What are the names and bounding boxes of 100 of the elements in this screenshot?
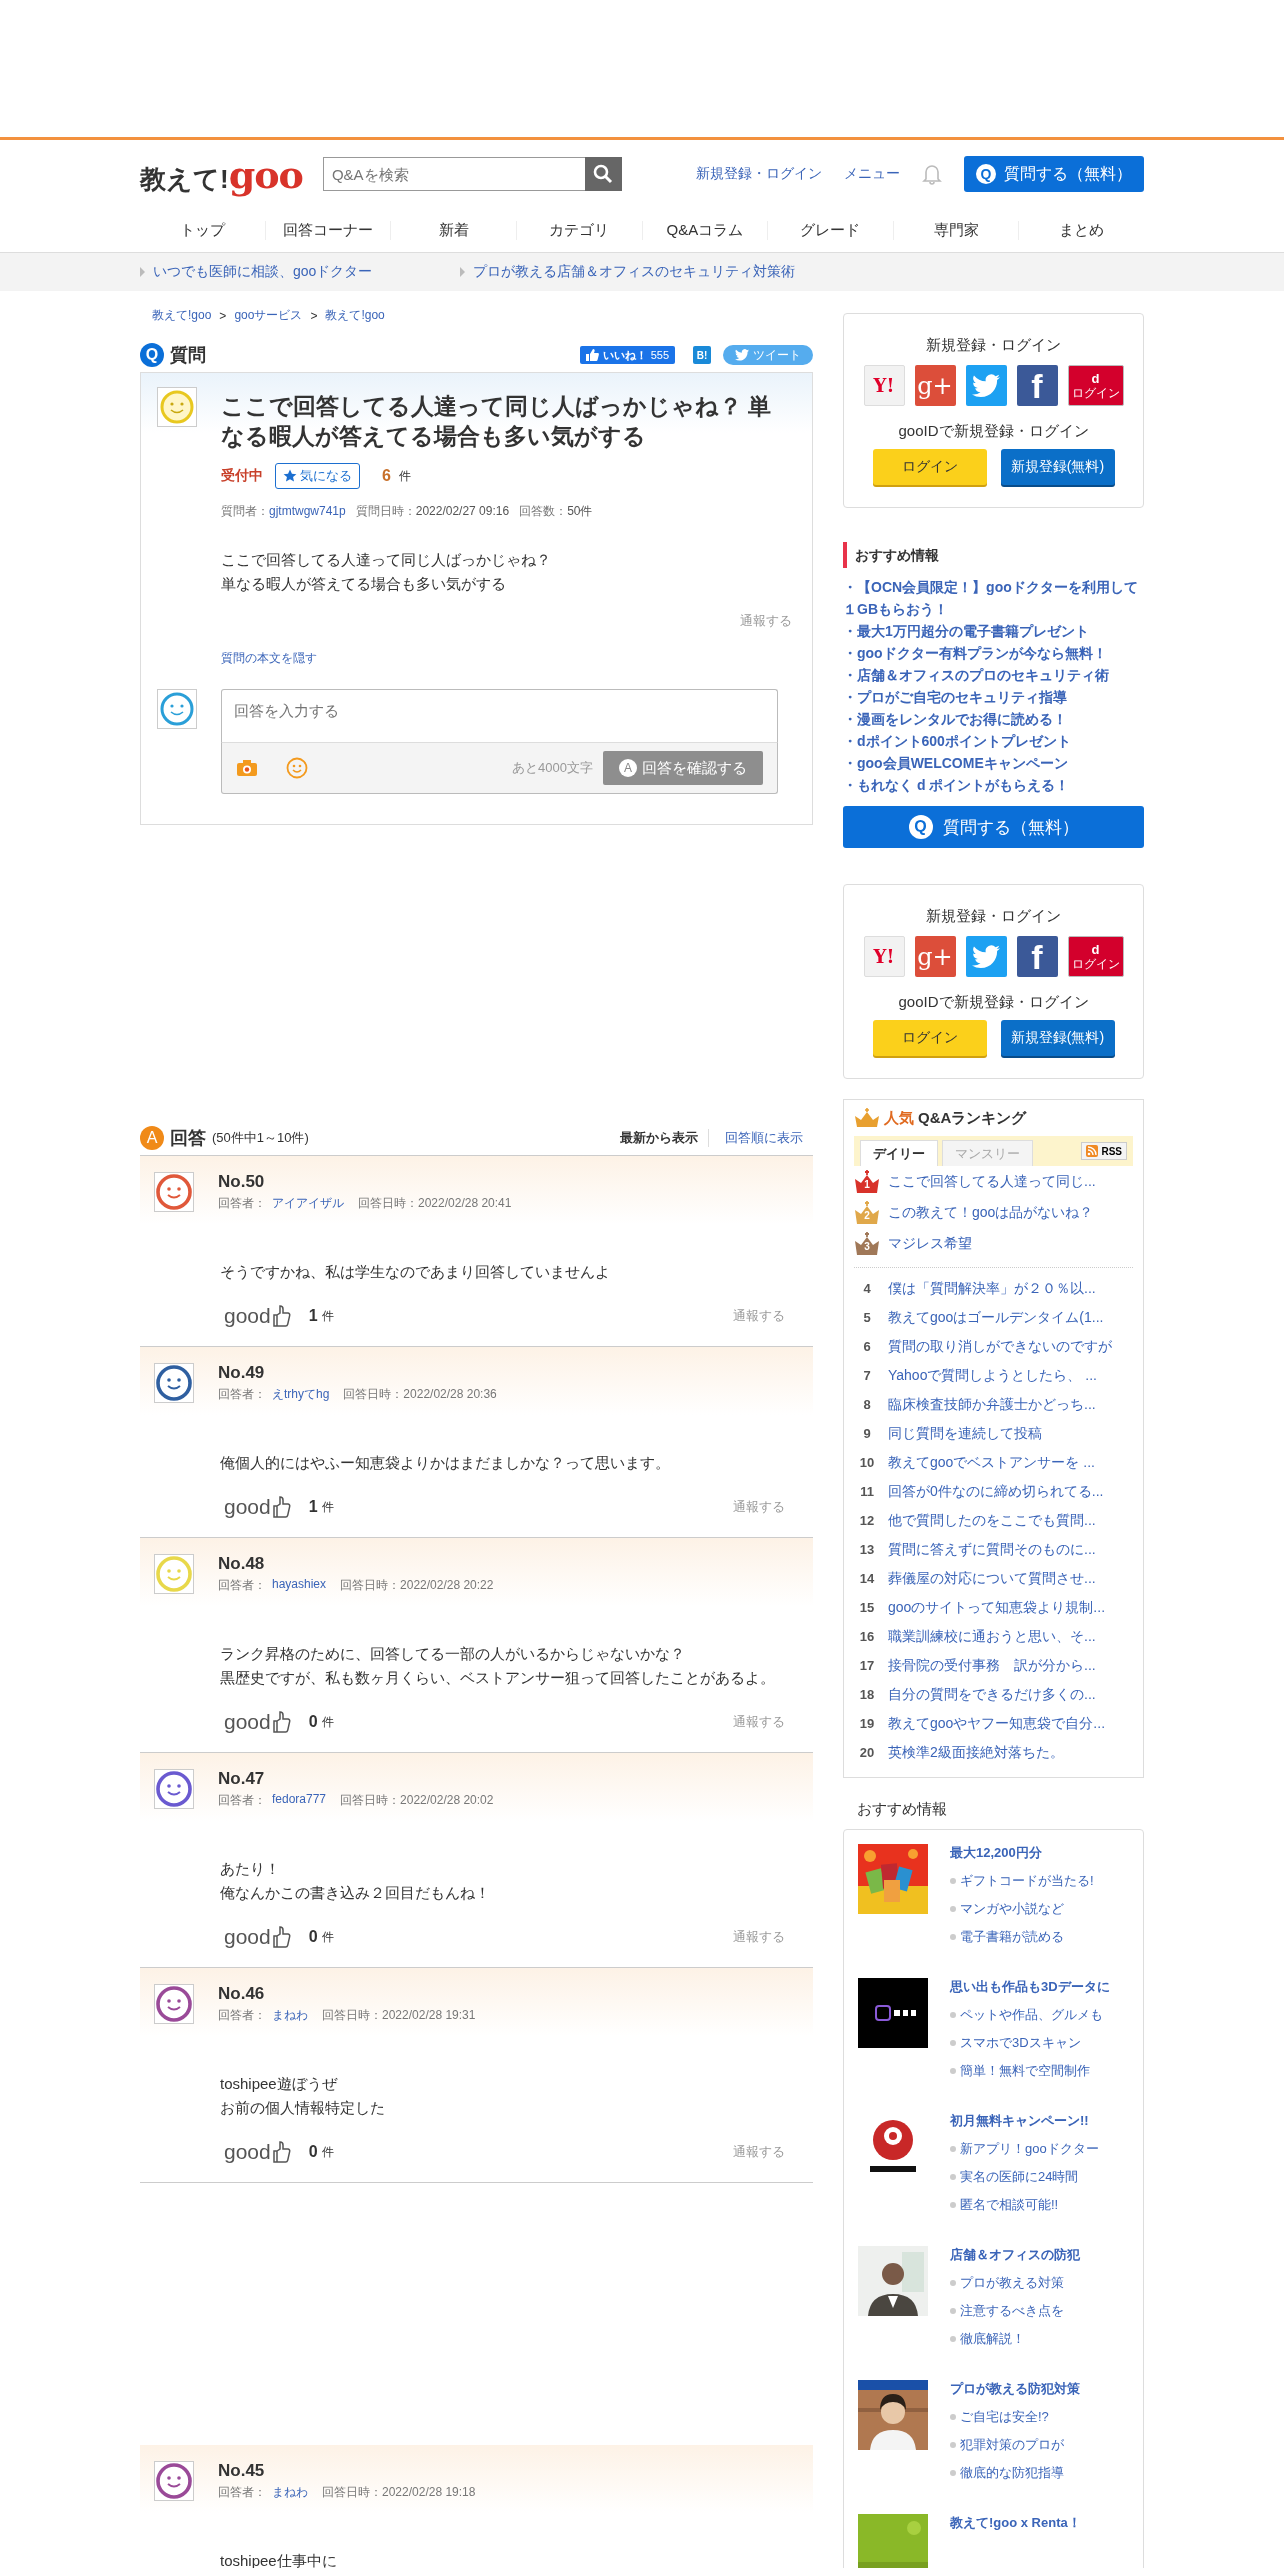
promo-title-link[interactable]: 初月無料キャンペーン!!	[950, 2112, 1099, 2130]
ranking-link[interactable]: 英検準2級面接絶対落ちた。	[888, 1743, 1064, 1762]
promo-title-link[interactable]: 思い出も作品も3Dデータに	[950, 1978, 1110, 1996]
sort-option[interactable]: 最新から表示	[610, 1129, 709, 1147]
yahoo-login-button[interactable]: Y!	[863, 365, 905, 406]
login-button[interactable]: 新規登録(無料)	[1000, 1020, 1115, 1056]
promo-line-link[interactable]: ペットや作品、グルメも	[960, 2006, 1103, 2024]
ranking-link[interactable]: 回答が0件なのに締め切られてる...	[888, 1482, 1104, 1501]
promo-line-link[interactable]: 実名の医師に24時間	[960, 2168, 1079, 2186]
bell-icon[interactable]	[922, 163, 942, 185]
user-link[interactable]: fedora777	[272, 1792, 327, 1809]
rss-button[interactable]: RSS	[1081, 1142, 1127, 1160]
twitter-login-button[interactable]	[965, 936, 1007, 977]
promo-line-link[interactable]: プロが教える対策	[960, 2274, 1064, 2292]
docomo-login-button[interactable]: d ログイン	[1067, 365, 1124, 406]
recommend-link[interactable]: ・もれなく d ポイントがもらえる！	[843, 774, 1144, 796]
recommend-link[interactable]: ・漫画をレンタルでお得に読める！	[843, 708, 1144, 730]
login-button[interactable]: ログイン	[872, 1020, 987, 1056]
promo-line-link[interactable]: 徹底解説！	[960, 2330, 1025, 2348]
user-link[interactable]: えtrhyてhg	[272, 1386, 330, 1403]
promo-line-link[interactable]: 徹底的な防犯指導	[960, 2464, 1064, 2482]
recommend-link[interactable]: ・最大1万円超分の電子書籍プレゼント	[843, 620, 1144, 642]
breadcrumb-link[interactable]: 教えて!goo	[325, 307, 385, 324]
ranking-link[interactable]: 接骨院の受付事務 訳が分から...	[888, 1656, 1096, 1675]
nav-item[interactable]: 専門家	[892, 220, 1019, 240]
promo-line-link[interactable]: 注意するべき点を	[960, 2302, 1064, 2320]
good-button[interactable]: good	[224, 1304, 291, 1328]
promo-title-link[interactable]: 最大12,200円分	[950, 1844, 1094, 1862]
recommend-link[interactable]: ・店舗＆オフィスのプロのセキュリティ術	[843, 664, 1144, 686]
promo-line-link[interactable]: 簡単！無料で空間制作	[960, 2062, 1090, 2080]
nav-item[interactable]: まとめ	[1018, 220, 1144, 240]
nav-item[interactable]: カテゴリ	[515, 220, 642, 240]
ranking-link[interactable]: この教えて！gooは品がないね？	[888, 1203, 1094, 1222]
recommend-link[interactable]: ・dポイント600ポイントプレゼント	[843, 730, 1144, 752]
recommend-link[interactable]: ・goo会員WELCOMEキャンペーン	[843, 752, 1144, 774]
ask-question-button[interactable]: Q 質問する（無料）	[964, 156, 1144, 192]
breadcrumb-link[interactable]: 教えて!goo	[152, 307, 212, 324]
recommend-link[interactable]: ・プロがご自宅のセキュリティ指導	[843, 686, 1144, 708]
docomo-login-button[interactable]: d ログイン	[1067, 936, 1124, 977]
ranking-link[interactable]: 僕は「質問解決率」が２０％以...	[888, 1279, 1096, 1298]
yahoo-login-button[interactable]: Y!	[863, 936, 905, 977]
promo-title-link[interactable]: 教えて!goo x Renta！	[950, 2514, 1081, 2532]
nav-item[interactable]: 新着	[390, 220, 516, 240]
camera-icon[interactable]	[236, 759, 258, 777]
promo-line-link[interactable]: スマホで3Dスキャン	[960, 2034, 1081, 2052]
breadcrumb-link[interactable]: gooサービス	[234, 307, 303, 324]
twitter-login-button[interactable]	[965, 365, 1007, 406]
good-button[interactable]: good	[224, 1925, 291, 1949]
nav-item[interactable]: 回答コーナー	[264, 220, 391, 240]
ranking-link[interactable]: 臨床検査技師か弁護士かどっち...	[888, 1395, 1096, 1414]
promo-line-link[interactable]: ギフトコードが当たる!	[960, 1872, 1094, 1890]
ranking-link[interactable]: 職業訓練校に通おうと思い、そ...	[888, 1627, 1096, 1646]
user-link[interactable]: アイアイザル	[272, 1195, 344, 1212]
promo-title-link[interactable]: プロが教える防犯対策	[950, 2380, 1080, 2398]
good-button[interactable]: good	[224, 2140, 291, 2164]
recommend-link[interactable]: ・【OCN会員限定！】gooドクターを利用して１GBもらおう！	[843, 576, 1144, 620]
promo-line-link[interactable]: 電子書籍が読める	[960, 1928, 1064, 1946]
login-button[interactable]: ログイン	[872, 449, 987, 485]
user-link[interactable]: gjtmtwgw741p	[269, 504, 346, 518]
nav-item[interactable]: Q&Aコラム	[641, 220, 768, 240]
ranking-link[interactable]: 他で質問したのをここでも質問...	[888, 1511, 1096, 1530]
sort-option[interactable]: 回答順に表示	[715, 1129, 813, 1147]
ranking-link[interactable]: マジレス希望	[888, 1234, 972, 1253]
ranking-link[interactable]: 教えてgooはゴールデンタイム(1...	[888, 1308, 1104, 1327]
promo-line-link[interactable]: マンガや小説など	[960, 1900, 1064, 1918]
header-link[interactable]: メニュー	[844, 165, 900, 183]
good-button[interactable]: good	[224, 1495, 291, 1519]
google-login-button[interactable]: g+	[914, 936, 956, 977]
good-button[interactable]: good	[224, 1710, 291, 1734]
answer-field[interactable]: 回答を入力する	[221, 689, 778, 742]
promo-line-link[interactable]: ご自宅は安全!?	[960, 2408, 1049, 2426]
promo-title-link[interactable]: 店舗＆オフィスの防犯	[950, 2246, 1080, 2264]
search-button[interactable]	[584, 157, 622, 191]
ranking-link[interactable]: 質問に答えずに質問そのものに...	[888, 1540, 1096, 1559]
google-login-button[interactable]: g+	[914, 365, 956, 406]
ranking-link[interactable]: 教えてgooやヤフー知恵袋で自分...	[888, 1714, 1106, 1733]
ranking-link[interactable]: 自分の質問をできるだけ多くの...	[888, 1685, 1096, 1704]
site-logo[interactable]: 教えて!goo	[140, 151, 303, 197]
recommend-link[interactable]: ・gooドクター有料プランが今なら無料！	[843, 642, 1144, 664]
search-field[interactable]: Q&Aを検索	[322, 157, 585, 191]
emoji-icon[interactable]	[286, 757, 308, 779]
promo-line-link[interactable]: 犯罪対策のプロが	[960, 2436, 1064, 2454]
promo-link[interactable]: いつでも医師に相談、gooドクター	[153, 263, 373, 281]
ranking-link[interactable]: 教えてgooでベストアンサーを ...	[888, 1453, 1095, 1472]
user-link[interactable]: まねわ	[272, 2007, 308, 2024]
user-link[interactable]: hayashiex	[272, 1577, 327, 1594]
like-button[interactable]: いいね！ 555	[579, 346, 675, 364]
promo-link[interactable]: プロが教える店舗＆オフィスのセキュリティ対策術	[473, 263, 796, 281]
ranking-link[interactable]: 質問の取り消しができないのですが	[888, 1337, 1112, 1356]
promo-line-link[interactable]: 新アプリ！gooドクター	[960, 2140, 1099, 2158]
hide-body-link[interactable]: 質問の本文を隠す	[221, 650, 317, 667]
watch-button[interactable]: 気になる	[275, 463, 360, 489]
ranking-link[interactable]: Yahooで質問しようとしたら、 ...	[888, 1366, 1097, 1385]
promo-line-link[interactable]: 匿名で相談可能!!	[960, 2196, 1059, 2214]
bookmark-button[interactable]: B!	[693, 346, 711, 364]
facebook-login-button[interactable]: f	[1016, 365, 1058, 406]
nav-item[interactable]: グレード	[767, 220, 893, 240]
user-link[interactable]: まねわ	[272, 2484, 308, 2501]
ranking-link[interactable]: gooのサイトって知恵袋より規制...	[888, 1598, 1106, 1617]
nav-item[interactable]: トップ	[140, 220, 265, 240]
